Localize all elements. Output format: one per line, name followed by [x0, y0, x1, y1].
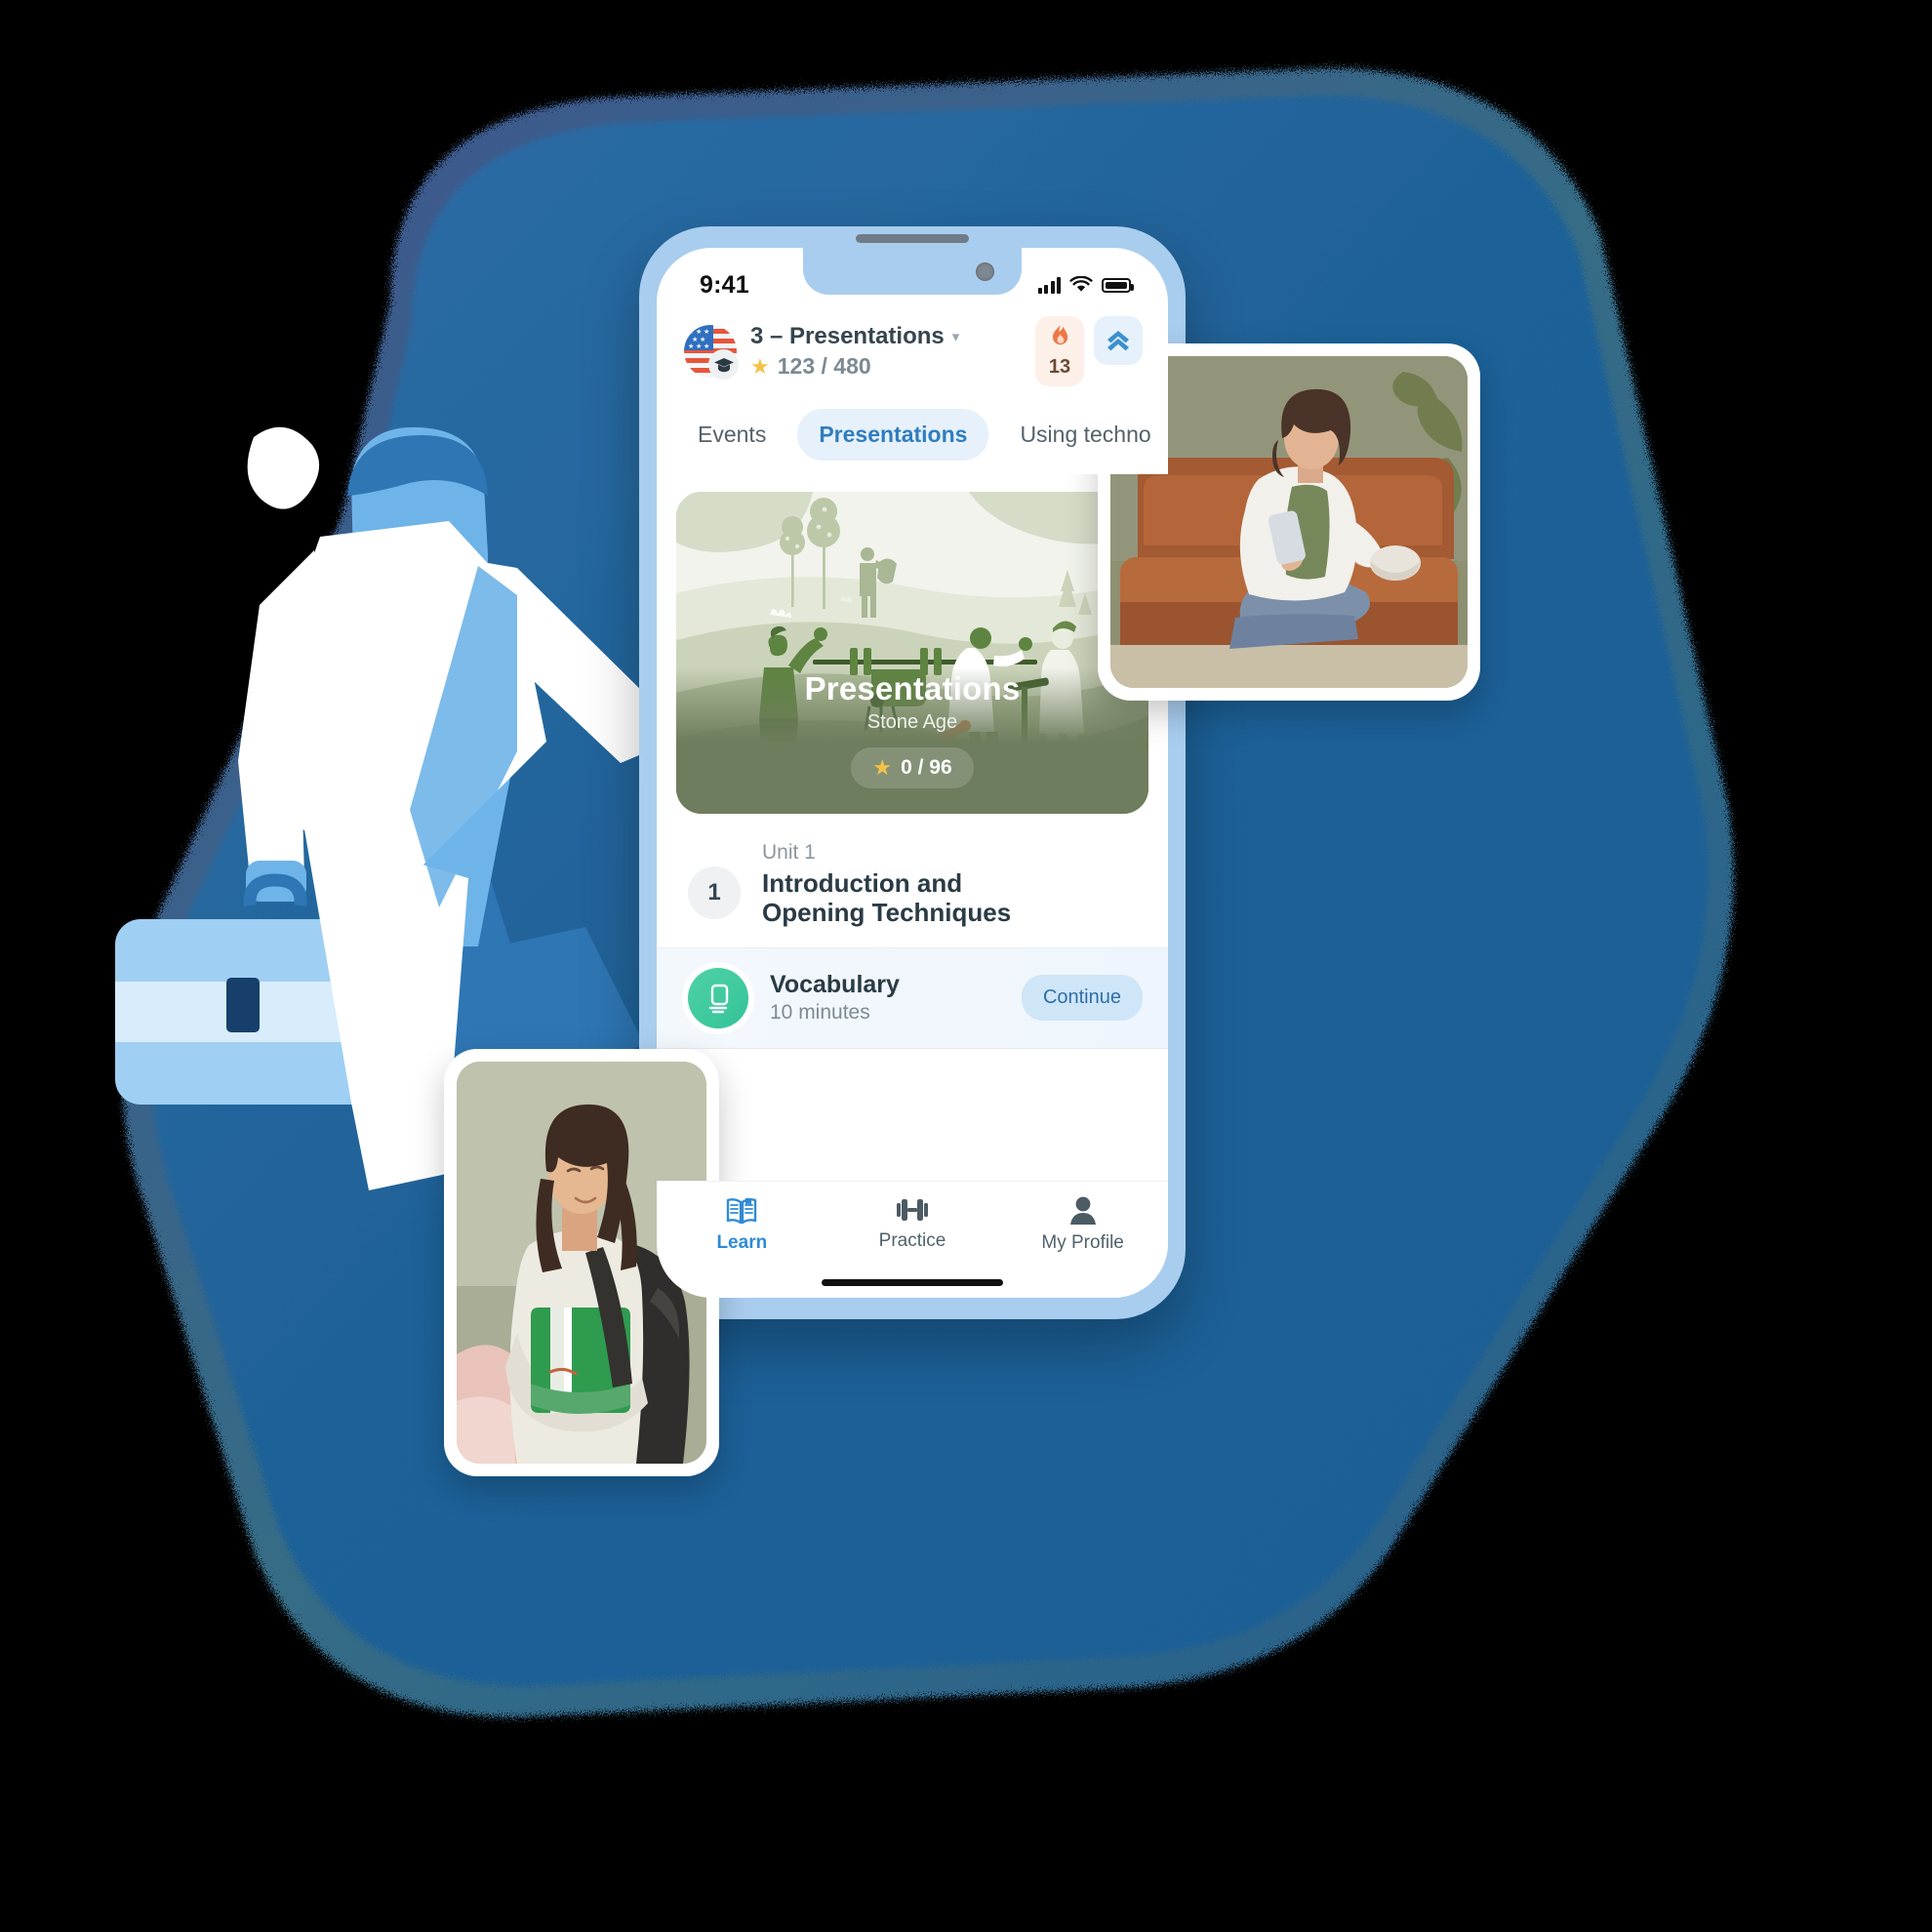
app-header: ★ ★ ★ ★ ★ ★ ★ ★ 3 – Presentations ▾ ★ 12…	[657, 308, 1168, 394]
course-avatar[interactable]: ★ ★ ★ ★ ★ ★ ★ ★	[684, 325, 739, 380]
header-actions: 13	[1035, 316, 1143, 386]
front-camera-icon	[976, 262, 994, 281]
tab-learn-label: Learn	[716, 1232, 768, 1253]
hero-title: Presentations	[804, 670, 1021, 706]
course-hero-card[interactable]: Presentations Stone Age ★ 0 / 96	[676, 492, 1148, 814]
status-time: 9:41	[700, 270, 749, 299]
tab-practice-label: Practice	[878, 1230, 946, 1251]
lesson-meta: Vocabulary 10 minutes	[770, 971, 1000, 1025]
dumbbell-icon	[896, 1199, 928, 1221]
battery-full-icon	[1102, 277, 1134, 293]
continue-button[interactable]: Continue	[1021, 975, 1143, 1022]
star-icon: ★	[750, 353, 770, 379]
lesson-title: Vocabulary	[770, 971, 900, 999]
hero-progress-value: 0 / 96	[901, 756, 952, 779]
svg-text:★: ★	[688, 342, 694, 350]
streak-count: 13	[1048, 356, 1071, 378]
unit-label: Unit 1	[762, 841, 816, 864]
level-badge[interactable]	[1094, 316, 1143, 365]
unit-title: Introduction and Opening Techniques	[762, 868, 1012, 928]
hero-text: Presentations Stone Age ★ 0 / 96	[676, 670, 1148, 788]
svg-text:★: ★	[696, 328, 702, 336]
svg-text:★: ★	[688, 328, 694, 336]
category-tabs: Events Presentations Using techno	[657, 394, 1168, 474]
lesson-row-vocabulary[interactable]: Vocabulary 10 minutes Continue	[657, 946, 1168, 1048]
tab-presentations[interactable]: Presentations	[797, 408, 989, 461]
svg-text:★: ★	[696, 342, 702, 350]
hero-subtitle: Stone Age	[866, 711, 958, 733]
flame-icon	[1048, 324, 1072, 355]
learn-content: Presentations Stone Age ★ 0 / 96 1 Unit …	[657, 474, 1168, 1298]
home-indicator	[822, 1279, 1003, 1286]
star-icon: ★	[872, 755, 893, 780]
course-points: 123 / 480	[777, 353, 871, 379]
svg-text:★: ★	[704, 342, 709, 350]
unit-section: 1 Unit 1 Introduction and Opening Techni…	[657, 814, 1168, 947]
svg-text:★: ★	[704, 328, 709, 336]
lesson-icon-wrap	[682, 961, 754, 1034]
list-divider	[657, 1047, 1168, 1049]
open-book-icon	[727, 1198, 757, 1225]
phone-screen: 9:41 ★ ★ ★ ★ ★ ★ ★ ★ 3 – Presentations ▾…	[657, 248, 1168, 1298]
lesson-duration: 10 minutes	[770, 1001, 870, 1025]
flashcard-icon	[688, 967, 748, 1028]
person-icon	[1069, 1196, 1096, 1225]
tab-practice[interactable]: Practice	[828, 1195, 997, 1252]
chevron-down-icon[interactable]: ▾	[952, 330, 960, 344]
svg-text:★: ★	[692, 336, 698, 343]
screenshot-stage: 9:41 ★ ★ ★ ★ ★ ★ ★ ★ 3 – Presentations ▾…	[0, 0, 1932, 1932]
tab-learn[interactable]: Learn	[658, 1195, 826, 1254]
hero-progress-badge: ★ 0 / 96	[851, 747, 974, 788]
cellular-bars-icon	[1037, 276, 1061, 294]
course-info: 3 – Presentations ▾ ★ 123 / 480	[750, 323, 1022, 380]
phone-notch	[803, 248, 1022, 295]
graduation-cap-icon	[708, 349, 739, 380]
tab-my-profile[interactable]: My Profile	[998, 1195, 1167, 1254]
double-chevron-up-icon	[1107, 331, 1129, 351]
tab-using-technology[interactable]: Using techno	[998, 409, 1168, 461]
course-title: 3 – Presentations	[750, 323, 945, 349]
wifi-icon	[1069, 276, 1093, 292]
svg-text:★: ★	[700, 336, 705, 343]
unit-number-badge: 1	[688, 866, 741, 919]
tab-my-profile-label: My Profile	[1041, 1232, 1124, 1253]
tab-events[interactable]: Events	[676, 409, 787, 461]
phone-mockup: 9:41 ★ ★ ★ ★ ★ ★ ★ ★ 3 – Presentations ▾…	[639, 226, 1186, 1319]
streak-badge[interactable]: 13	[1035, 316, 1084, 386]
